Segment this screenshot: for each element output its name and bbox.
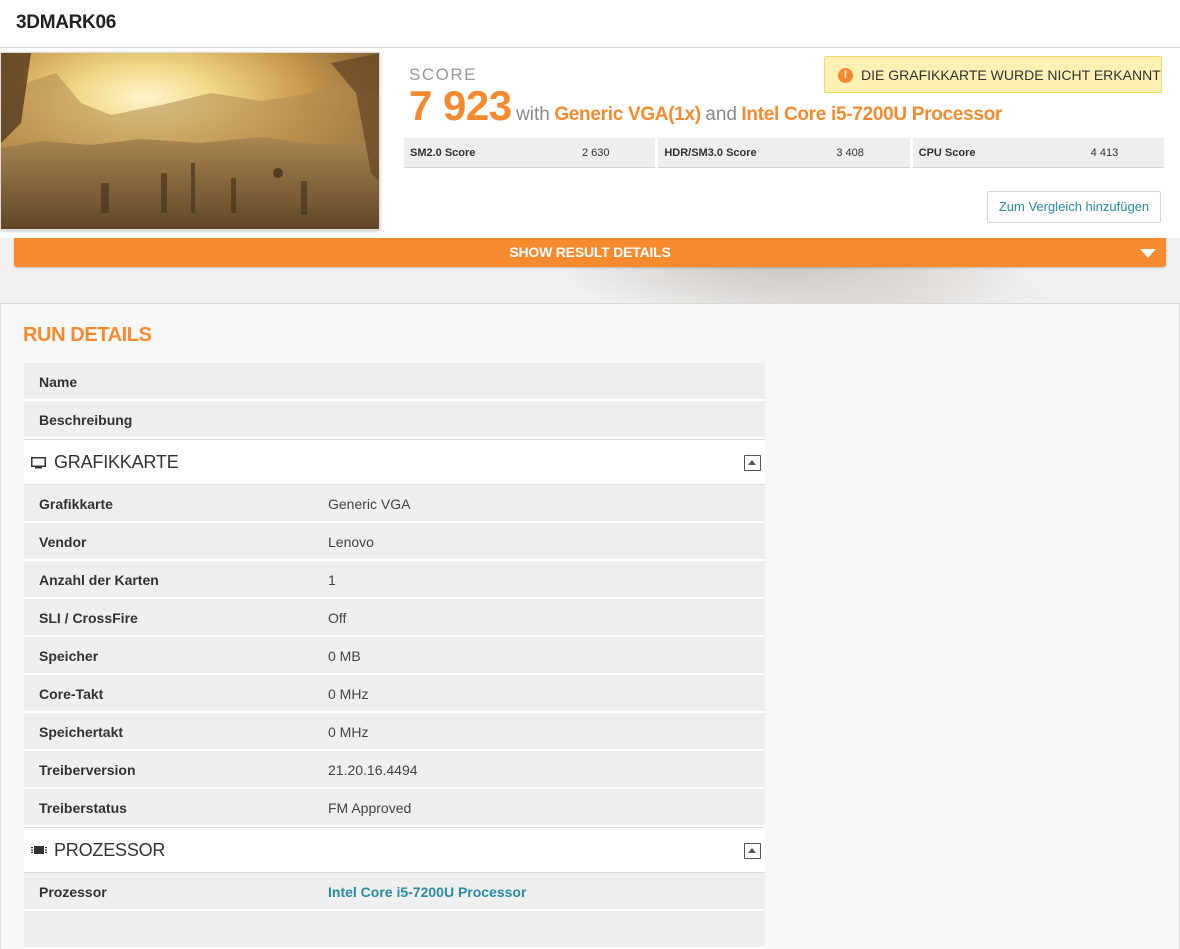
row-label: Vendor: [39, 534, 87, 550]
gpu-section-header: GRAFIKKARTE: [24, 439, 765, 485]
row-label: SLI / CrossFire: [39, 610, 138, 626]
table-row: Grafikkarte Generic VGA: [24, 485, 765, 523]
score-cpu-name: Intel Core i5-7200U Processor: [741, 104, 1003, 125]
table-row: Anzahl der Karten 1: [24, 561, 765, 599]
row-value: Lenovo: [328, 534, 374, 550]
subscore-label: CPU Score: [918, 147, 976, 159]
row-label: Anzahl der Karten: [39, 572, 159, 588]
subscores: SM2.0 Score 2 630 HDR/SM3.0 Score 3 408 …: [404, 138, 1164, 168]
score-value: 7 923: [409, 82, 512, 129]
benchmark-screenshot: [0, 52, 380, 230]
subscore-value: 3 408: [836, 147, 864, 159]
subscore-sm20: SM2.0 Score 2 630: [404, 138, 656, 168]
row-value: 0 MHz: [328, 724, 369, 740]
row-label: Treiberstatus: [39, 800, 127, 816]
row-label: Beschreibung: [39, 412, 133, 428]
row-value: 0 MHz: [328, 686, 369, 702]
table-row: Core-Takt 0 MHz: [24, 675, 765, 713]
run-details-panel: RUN DETAILS Name Beschreibung GRAFIKKART…: [0, 303, 1180, 949]
exclamation-icon: !: [838, 68, 853, 83]
table-row: Prozessor Intel Core i5-7200U Processor: [24, 873, 765, 911]
row-label: Prozessor: [39, 884, 107, 900]
header-bar: 3DMARK06: [0, 0, 1180, 48]
row-label: Speicher: [39, 648, 99, 664]
subscore-value: 4 413: [1090, 147, 1119, 159]
subscore-value: 2 630: [582, 147, 610, 159]
chevron-down-icon: [1140, 249, 1156, 258]
table-row: [24, 911, 765, 949]
row-label: Grafikkarte: [39, 496, 113, 512]
show-result-details-label: SHOW RESULT DETAILS: [509, 244, 671, 260]
subscore-cpu: CPU Score 4 413: [912, 138, 1164, 168]
add-to-compare-button[interactable]: Zum Vergleich hinzufügen: [987, 191, 1161, 223]
row-label: Core-Takt: [39, 686, 104, 702]
row-value: 21.20.16.4494: [328, 762, 418, 778]
run-details-title: RUN DETAILS: [23, 324, 152, 346]
table-row: Name: [24, 363, 765, 401]
gpu-section-title: GRAFIKKARTE: [54, 452, 179, 472]
gpu-warning-text: DIE GRAFIKKARTE WURDE NICHT ERKANNT: [861, 67, 1161, 83]
result-card: SCORE 7 923 with Generic VGA(1x) and Int…: [0, 48, 1180, 238]
show-result-details-button[interactable]: SHOW RESULT DETAILS: [14, 238, 1166, 267]
score-with-text: with: [516, 104, 550, 125]
collapse-section-icon[interactable]: [744, 843, 761, 859]
cpu-link[interactable]: Intel Core i5-7200U Processor: [328, 884, 526, 900]
row-label: Speichertakt: [39, 724, 124, 740]
table-row: Vendor Lenovo: [24, 523, 765, 561]
table-row: Beschreibung: [24, 401, 765, 439]
table-row: Speichertakt 0 MHz: [24, 713, 765, 751]
subscore-label: HDR/SM3.0 Score: [664, 147, 757, 159]
gpu-warning-badge: ! DIE GRAFIKKARTE WURDE NICHT ERKANNT: [824, 56, 1162, 93]
row-value: 1: [328, 572, 336, 588]
table-row: SLI / CrossFire Off: [24, 599, 765, 637]
benchmark-scene-image: [1, 53, 379, 229]
monitor-icon: [31, 457, 46, 469]
cpu-chip-icon: [31, 846, 47, 854]
table-row: Treiberstatus FM Approved: [24, 789, 765, 827]
collapse-section-icon[interactable]: [744, 455, 761, 471]
row-value: Generic VGA: [328, 496, 411, 512]
cpu-section-header: PROZESSOR: [24, 827, 765, 873]
table-row: Speicher 0 MB: [24, 637, 765, 675]
row-label: Treiberversion: [39, 762, 136, 778]
subscore-label: SM2.0 Score: [410, 147, 476, 159]
score-and-text: and: [705, 104, 737, 125]
run-details-general-table: Name Beschreibung GRAFIKKARTE Grafikkart…: [24, 363, 765, 949]
subscore-hdr-sm30: HDR/SM3.0 Score 3 408: [658, 138, 910, 168]
table-row: Treiberversion 21.20.16.4494: [24, 751, 765, 789]
row-label: Name: [39, 374, 78, 390]
score-gpu-name: Generic VGA(1x): [554, 104, 701, 125]
row-value: FM Approved: [328, 800, 412, 816]
cpu-section-title: PROZESSOR: [54, 840, 166, 860]
page-title: 3DMARK06: [16, 12, 117, 33]
row-value: 0 MB: [328, 648, 361, 664]
row-value: Off: [328, 610, 347, 626]
